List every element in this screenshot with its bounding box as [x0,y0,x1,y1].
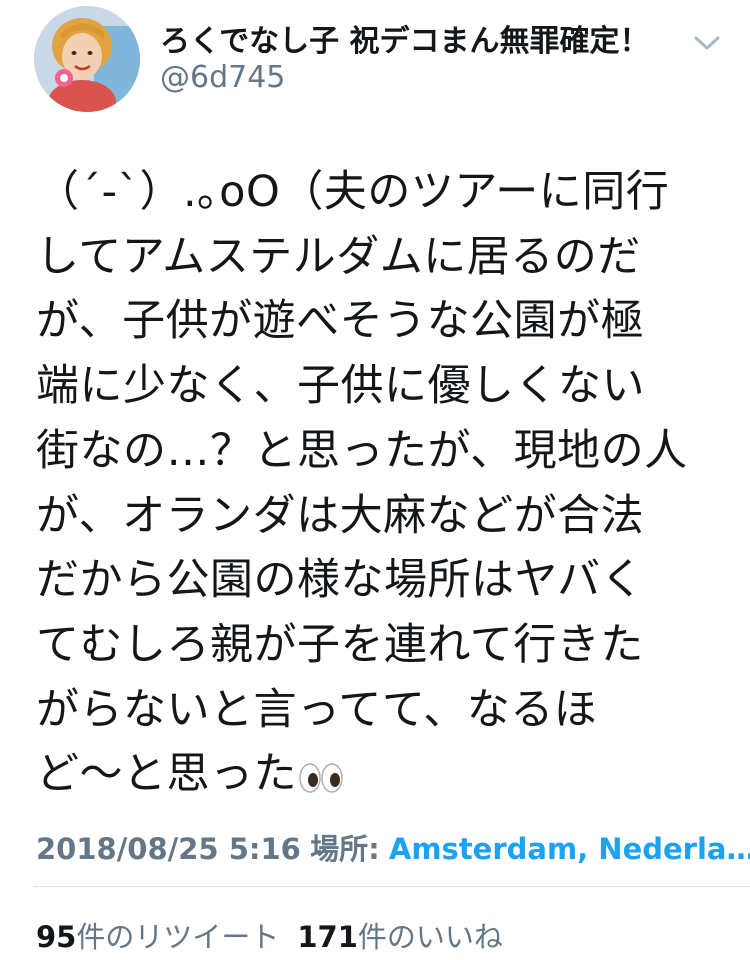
like-count: 171 [297,920,358,954]
tweet-meta: 2018/08/25 5:16 場所: Amsterdam, Nederla… [36,826,750,868]
avatar-image [34,6,140,112]
retweet-count: 95 [36,920,77,954]
tweet-text-content: （´-`）.｡oO（夫のツアーに同行 してアムステルダムに居るのだ が、子供が遊… [36,167,688,800]
user-avatar[interactable] [34,6,140,112]
divider [34,886,750,887]
tweet-timestamp[interactable]: 2018/08/25 5:16 [36,832,301,866]
chevron-down-icon[interactable] [690,30,724,56]
tweet-stats: 95件のリツイート 171件のいいね [36,914,503,956]
tweet-text: （´-`）.｡oO（夫のツアーに同行 してアムステルダムに居るのだ が、子供が遊… [36,160,726,813]
like-label: 件のいいね [357,920,503,954]
place-link[interactable]: Amsterdam, Nederla… [389,832,750,866]
display-name[interactable]: ろくでなし子 祝デコまん無罪確定！ [160,16,650,60]
user-handle[interactable]: @6d745 [160,60,285,95]
retweet-label: 件のリツイート [76,920,280,954]
like-stat[interactable]: 171件のいいね [297,920,503,954]
retweet-stat[interactable]: 95件のリツイート [36,920,279,954]
eyes-emoji-icon [299,748,343,813]
tweet-header: ろくでなし子 祝デコまん無罪確定！ @6d745 [0,0,750,130]
place-label: 場所: [310,832,380,866]
